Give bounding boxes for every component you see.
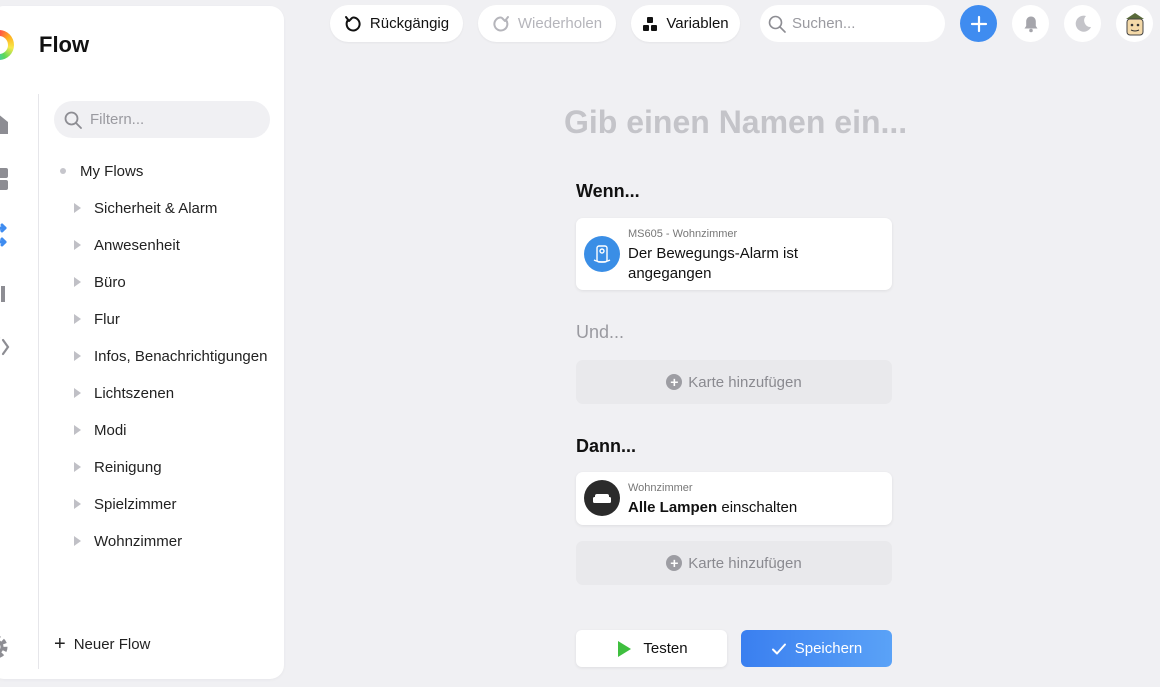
search-icon <box>64 111 82 129</box>
tree-root-label: My Flows <box>80 162 144 180</box>
expand-arrow-icon[interactable] <box>74 314 81 324</box>
undo-button[interactable]: Rückgängig <box>330 5 463 42</box>
folder-label: Modi <box>94 421 127 439</box>
folder-label: Büro <box>94 273 126 291</box>
save-label: Speichern <box>794 640 863 657</box>
plus-circle-icon: + <box>666 374 683 390</box>
add-condition-card-button[interactable]: + Karte hinzufügen <box>576 360 892 404</box>
play-icon <box>618 640 632 657</box>
search-box[interactable] <box>760 5 945 42</box>
folder-wohnzimmer[interactable]: Wohnzimmer <box>74 531 182 551</box>
dark-mode-toggle[interactable] <box>1064 5 1101 42</box>
filter-input[interactable] <box>88 110 252 129</box>
folder-label: Spielzimmer <box>94 495 177 513</box>
variables-icon <box>643 16 658 31</box>
and-section-label: Und... <box>576 322 625 342</box>
dashboard-icon[interactable] <box>0 164 20 194</box>
expand-arrow-icon[interactable] <box>74 499 81 509</box>
expand-arrow-icon[interactable] <box>74 425 81 435</box>
action-text: Alle Lampen einschalten <box>628 498 797 518</box>
undo-icon <box>344 15 361 31</box>
folder-anwesenheit[interactable]: Anwesenheit <box>74 235 180 255</box>
expand-arrow-icon[interactable] <box>74 351 81 361</box>
expand-arrow-icon[interactable] <box>74 203 81 213</box>
folder-buero[interactable]: Büro <box>74 272 126 292</box>
folder-reinigung[interactable]: Reinigung <box>74 457 162 477</box>
bullet-dot-icon <box>60 168 66 174</box>
folder-infos[interactable]: Infos, Benachrichtigungen <box>74 346 267 366</box>
filter-input-wrapper[interactable] <box>54 101 270 138</box>
new-flow-button[interactable]: + Neuer Flow <box>54 634 150 654</box>
add-card-label: Karte hinzufügen <box>688 554 802 572</box>
avatar[interactable] <box>1116 5 1153 42</box>
plus-icon <box>970 15 987 32</box>
flow-name-input[interactable]: Gib einen Namen ein... <box>564 104 907 141</box>
expand-arrow-icon[interactable] <box>74 240 81 250</box>
test-button[interactable]: Testen <box>576 630 727 667</box>
expand-arrow-icon[interactable] <box>74 277 81 287</box>
new-flow-label: Neuer Flow <box>73 635 151 653</box>
variables-label: Variablen <box>666 15 729 32</box>
folder-label: Anwesenheit <box>94 236 180 254</box>
folder-label: Flur <box>94 310 120 328</box>
moon-icon <box>1075 15 1091 32</box>
folder-sicherheit-alarm[interactable]: Sicherheit & Alarm <box>74 198 217 218</box>
add-action-card-button[interactable]: + Karte hinzufügen <box>576 541 892 585</box>
save-button[interactable]: Speichern <box>741 630 892 667</box>
test-label: Testen <box>643 640 688 657</box>
notifications-button[interactable] <box>1012 5 1049 42</box>
insights-icon[interactable] <box>0 276 20 306</box>
motion-sensor-icon <box>584 236 620 272</box>
expand-arrow-icon[interactable] <box>74 462 81 472</box>
flows-icon[interactable] <box>0 220 20 250</box>
folder-label: Wohnzimmer <box>94 532 183 550</box>
bell-icon <box>1024 16 1037 32</box>
expand-arrow-icon[interactable] <box>74 536 81 546</box>
nav-rail <box>0 94 39 669</box>
plus-circle-icon: + <box>666 555 683 571</box>
folder-flur[interactable]: Flur <box>74 309 120 329</box>
checkmark-icon <box>771 643 786 654</box>
folder-lichtszenen[interactable]: Lichtszenen <box>74 383 174 403</box>
folder-label: Lichtszenen <box>94 384 175 402</box>
redo-button[interactable]: Wiederholen <box>478 5 616 42</box>
folder-label: Reinigung <box>94 458 162 476</box>
trigger-card[interactable]: MS605 - Wohnzimmer Der Bewegungs-Alarm i… <box>576 218 892 290</box>
folder-modi[interactable]: Modi <box>74 420 127 440</box>
variables-button[interactable]: Variablen <box>631 5 740 42</box>
homey-logo-icon <box>0 30 14 60</box>
then-section-label: Dann... <box>576 436 637 456</box>
search-input[interactable] <box>790 14 934 33</box>
settings-gear-icon[interactable] <box>0 632 20 662</box>
add-card-label: Karte hinzufügen <box>688 373 802 391</box>
folder-label: Sicherheit & Alarm <box>94 199 218 217</box>
trigger-text: Der Bewegungs-Alarm ist angegangen <box>628 245 799 282</box>
redo-label: Wiederholen <box>517 15 603 32</box>
action-text-bold: Alle Lampen <box>628 499 718 516</box>
action-zone: Wohnzimmer <box>628 482 693 494</box>
user-avatar-icon <box>1125 12 1144 35</box>
home-icon[interactable] <box>0 108 20 138</box>
folder-label: Infos, Benachrichtigungen <box>94 347 268 365</box>
folder-spielzimmer[interactable]: Spielzimmer <box>74 494 177 514</box>
when-section-label: Wenn... <box>576 181 640 201</box>
add-button[interactable] <box>960 5 997 42</box>
expand-arrow-icon[interactable] <box>74 388 81 398</box>
sidebar: Flow My Flows Sicherheit & Alarm Anwesen… <box>0 6 284 679</box>
trigger-device: MS605 - Wohnzimmer <box>628 228 738 240</box>
developer-code-icon[interactable] <box>0 332 20 362</box>
action-text-rest: einschalten <box>717 499 798 516</box>
sofa-icon <box>584 480 620 516</box>
action-card[interactable]: Wohnzimmer Alle Lampen einschalten <box>576 472 892 525</box>
undo-label: Rückgängig <box>369 15 450 32</box>
redo-icon <box>493 15 509 31</box>
app-title: Flow <box>39 32 90 57</box>
plus-icon: + <box>54 633 66 655</box>
tree-root-my-flows[interactable]: My Flows <box>60 161 143 181</box>
search-icon <box>768 15 786 33</box>
